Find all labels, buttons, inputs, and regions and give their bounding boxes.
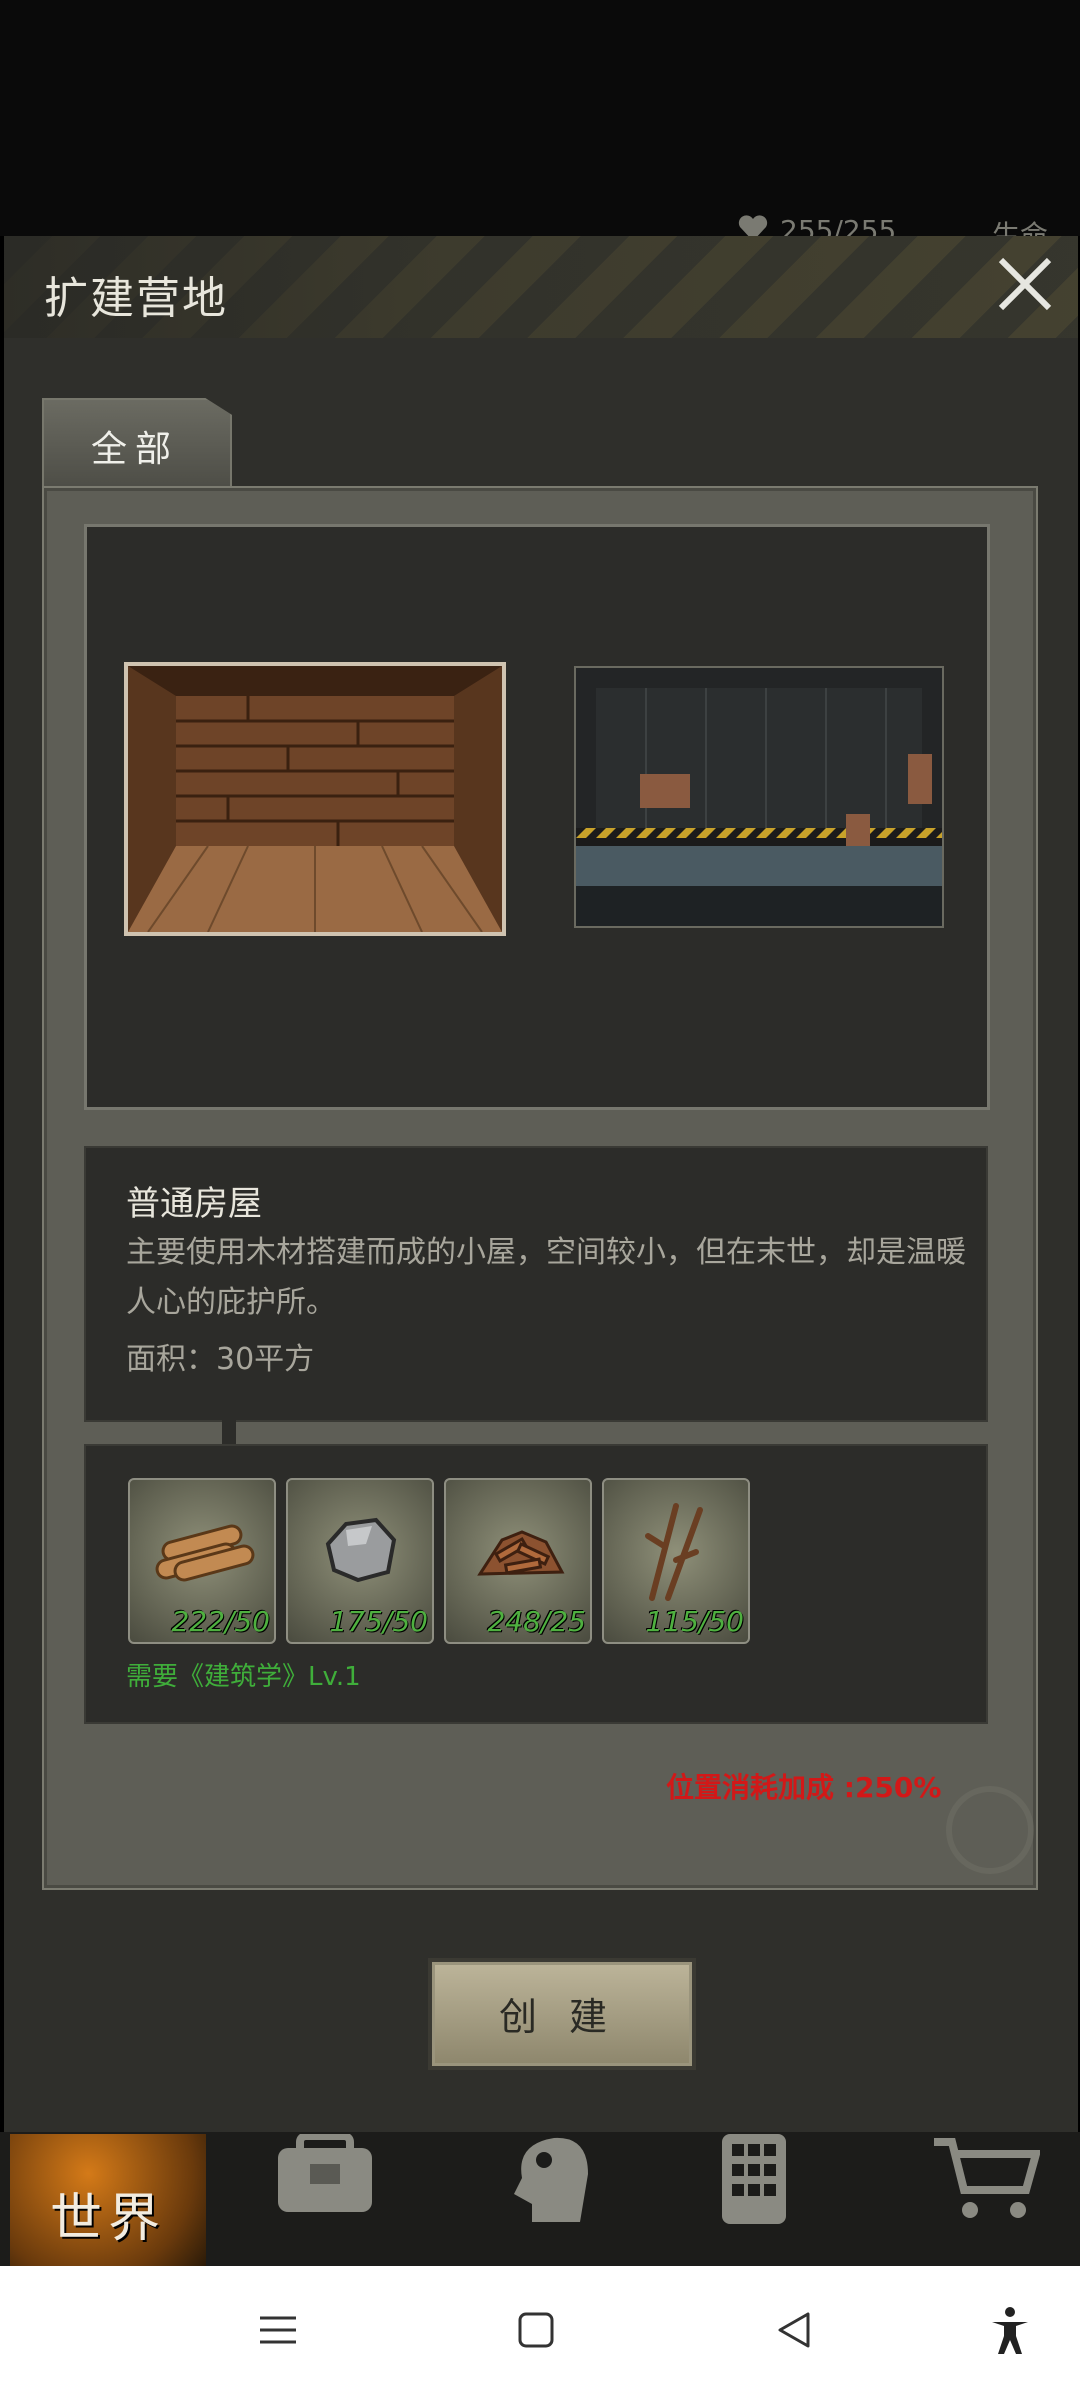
wooden-house-option[interactable]: [124, 662, 506, 936]
wood-logs-count: 222/50: [171, 1605, 270, 1638]
building-area: 面积：30平方: [126, 1342, 315, 1377]
top-dark-area: [0, 0, 1080, 236]
wood-scraps-count: 248/25: [487, 1605, 586, 1638]
resource-wood-scraps[interactable]: 248/25: [444, 1478, 592, 1644]
nav-world-label: 世界: [49, 2189, 166, 2249]
cart-icon[interactable]: [930, 2134, 1042, 2224]
building-icon[interactable]: [712, 2134, 822, 2224]
resource-stone[interactable]: 175/50: [286, 1478, 434, 1644]
resource-branches[interactable]: 115/50: [602, 1478, 750, 1644]
head-icon[interactable]: [492, 2134, 602, 2224]
resource-wood-logs[interactable]: 222/50: [128, 1478, 276, 1644]
branches-icon: [645, 1503, 703, 1601]
panel-connector: [222, 1420, 236, 1446]
fenced-room-image: [576, 668, 942, 926]
wood-logs-icon: [155, 1524, 255, 1582]
home-icon[interactable]: [506, 2300, 566, 2360]
menu-icon[interactable]: [248, 2300, 308, 2360]
skill-requirement: 需要《建筑学》Lv.1: [126, 1662, 361, 1692]
wood-scraps-icon: [477, 1530, 565, 1576]
accessibility-icon[interactable]: [980, 2300, 1040, 2360]
modal-title: 扩建营地: [44, 273, 228, 324]
close-icon[interactable]: [994, 254, 1054, 314]
fenced-room-option[interactable]: [574, 666, 944, 928]
back-icon[interactable]: [764, 2300, 824, 2360]
backpack-icon[interactable]: [270, 2132, 380, 2224]
wooden-house-image: [128, 666, 502, 932]
radiation-watermark-icon: [946, 1786, 1034, 1874]
location-cost-bonus: 位置消耗加成 :250%: [666, 1771, 942, 1804]
building-description: 主要使用木材搭建而成的小屋，空间较小，但在末世，却是温暖人心的庇护所。: [126, 1235, 966, 1320]
stone-icon: [325, 1517, 397, 1583]
building-name: 普通房屋: [126, 1184, 262, 1224]
stone-count: 175/50: [329, 1605, 428, 1638]
create-button-label: 创 建: [498, 1995, 618, 2039]
branches-count: 115/50: [645, 1605, 744, 1638]
tab-all-label: 全部: [90, 429, 179, 470]
